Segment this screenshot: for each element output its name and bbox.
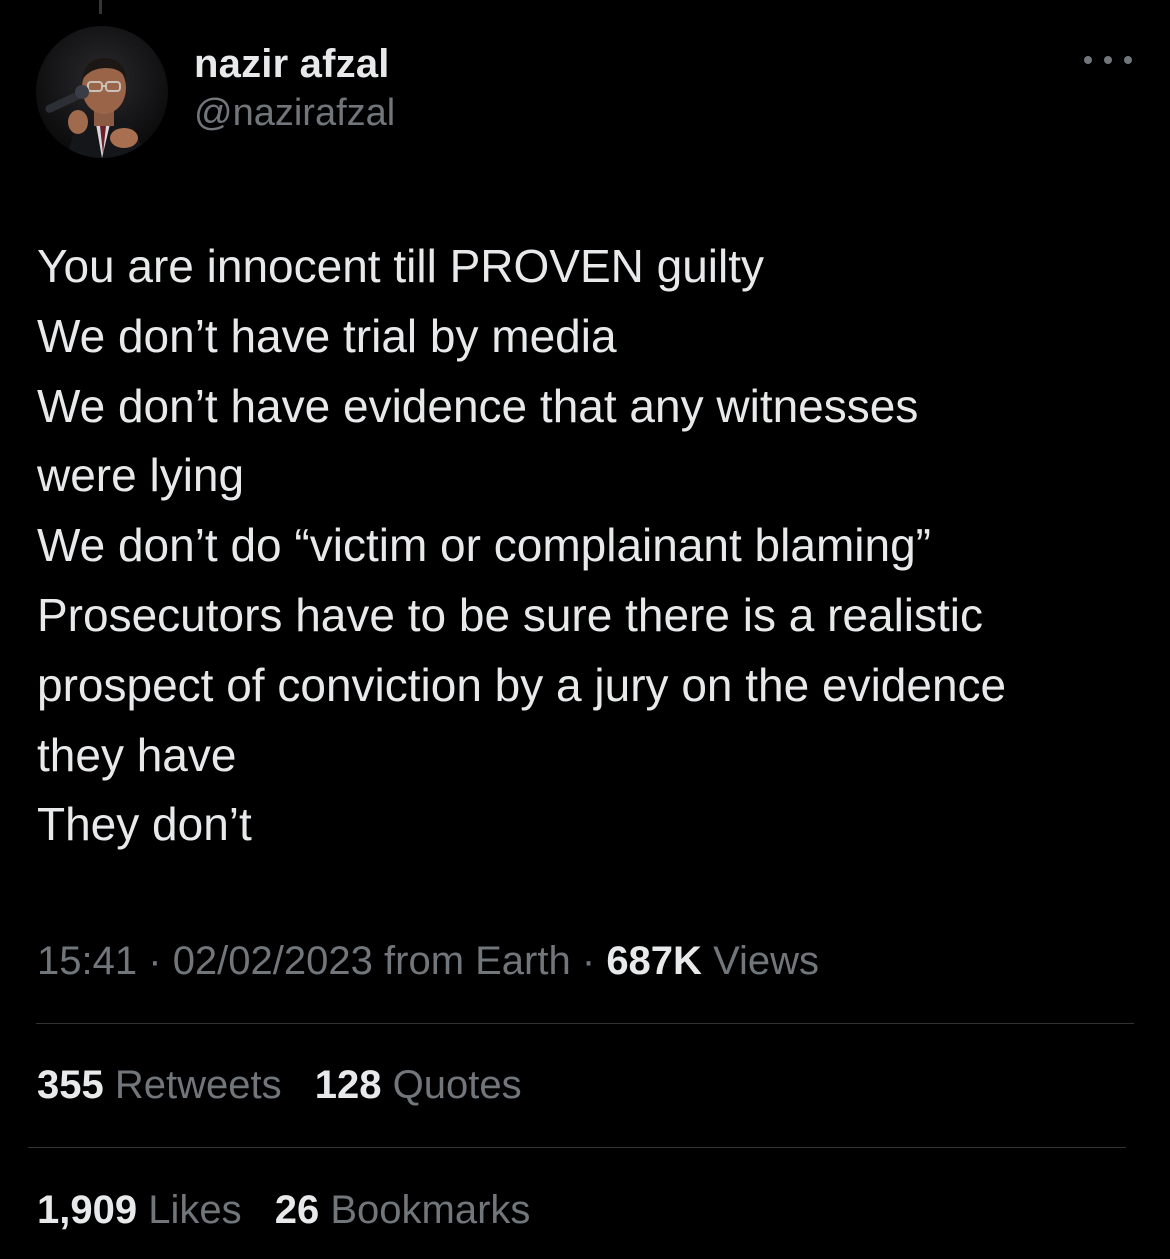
tweet-source: from Earth bbox=[384, 939, 571, 983]
tweet-text-line: We don’t do “victim or complainant blami… bbox=[37, 519, 931, 572]
quotes-stat[interactable]: 128 Quotes bbox=[315, 1060, 522, 1110]
views-count: 687K bbox=[606, 939, 702, 983]
tweet-text-line: We don’t have trial by media bbox=[37, 309, 617, 362]
quotes-label: Quotes bbox=[392, 1063, 522, 1107]
more-options-button[interactable] bbox=[1084, 48, 1132, 72]
tweet-text-line: prospect of conviction by a jury on the … bbox=[37, 658, 1007, 711]
tweet-meta: 15:41 · 02/02/2023 from Earth · 687K Vie… bbox=[37, 936, 819, 986]
user-handle[interactable]: @nazirafzal bbox=[194, 88, 395, 138]
retweets-label: Retweets bbox=[114, 1063, 282, 1107]
meta-separator: · bbox=[148, 939, 162, 983]
more-horizontal-icon bbox=[1084, 56, 1092, 64]
divider bbox=[36, 1023, 1134, 1024]
tweet-text: You are innocent till PROVEN guilty We d… bbox=[37, 232, 1147, 860]
avatar-photo bbox=[36, 26, 168, 158]
bookmarks-count: 26 bbox=[274, 1188, 320, 1232]
tweet-text-line: Prosecutors have to be sure there is a r… bbox=[37, 588, 984, 641]
display-name[interactable]: nazir afzal bbox=[194, 40, 395, 88]
likes-label: Likes bbox=[148, 1188, 242, 1232]
views-label: Views bbox=[713, 939, 820, 983]
engagement-stats-row: 355 Retweets 128 Quotes bbox=[37, 1060, 544, 1110]
engagement-stats-row: 1,909 Likes 26 Bookmarks bbox=[37, 1185, 552, 1235]
bookmarks-stat[interactable]: 26 Bookmarks bbox=[275, 1185, 531, 1235]
tweet-text-line: they have bbox=[37, 728, 237, 781]
tweet-date[interactable]: 02/02/2023 bbox=[173, 939, 373, 983]
author-names: nazir afzal @nazirafzal bbox=[194, 40, 395, 138]
avatar[interactable] bbox=[36, 26, 168, 158]
tweet-text-line: They don’t bbox=[37, 798, 252, 851]
retweets-count: 355 bbox=[37, 1063, 104, 1107]
tweet-text-line: were lying bbox=[37, 449, 245, 502]
bookmarks-label: Bookmarks bbox=[330, 1188, 531, 1232]
likes-stat[interactable]: 1,909 Likes bbox=[37, 1185, 242, 1235]
tweet-text-line: You are innocent till PROVEN guilty bbox=[37, 240, 765, 292]
meta-separator: · bbox=[581, 939, 596, 983]
divider bbox=[28, 1147, 1126, 1148]
tweet-text-line: We don’t have evidence that any witnesse… bbox=[37, 379, 919, 432]
more-horizontal-icon-dot bbox=[1124, 56, 1132, 64]
likes-count: 1,909 bbox=[37, 1188, 138, 1232]
tweet-time[interactable]: 15:41 bbox=[37, 939, 137, 983]
quotes-count: 128 bbox=[314, 1063, 382, 1107]
retweets-stat[interactable]: 355 Retweets bbox=[37, 1060, 282, 1110]
more-horizontal-icon-dot bbox=[1104, 56, 1112, 64]
tweet-header: nazir afzal @nazirafzal bbox=[36, 26, 1136, 166]
thread-connector-line bbox=[99, 0, 102, 14]
